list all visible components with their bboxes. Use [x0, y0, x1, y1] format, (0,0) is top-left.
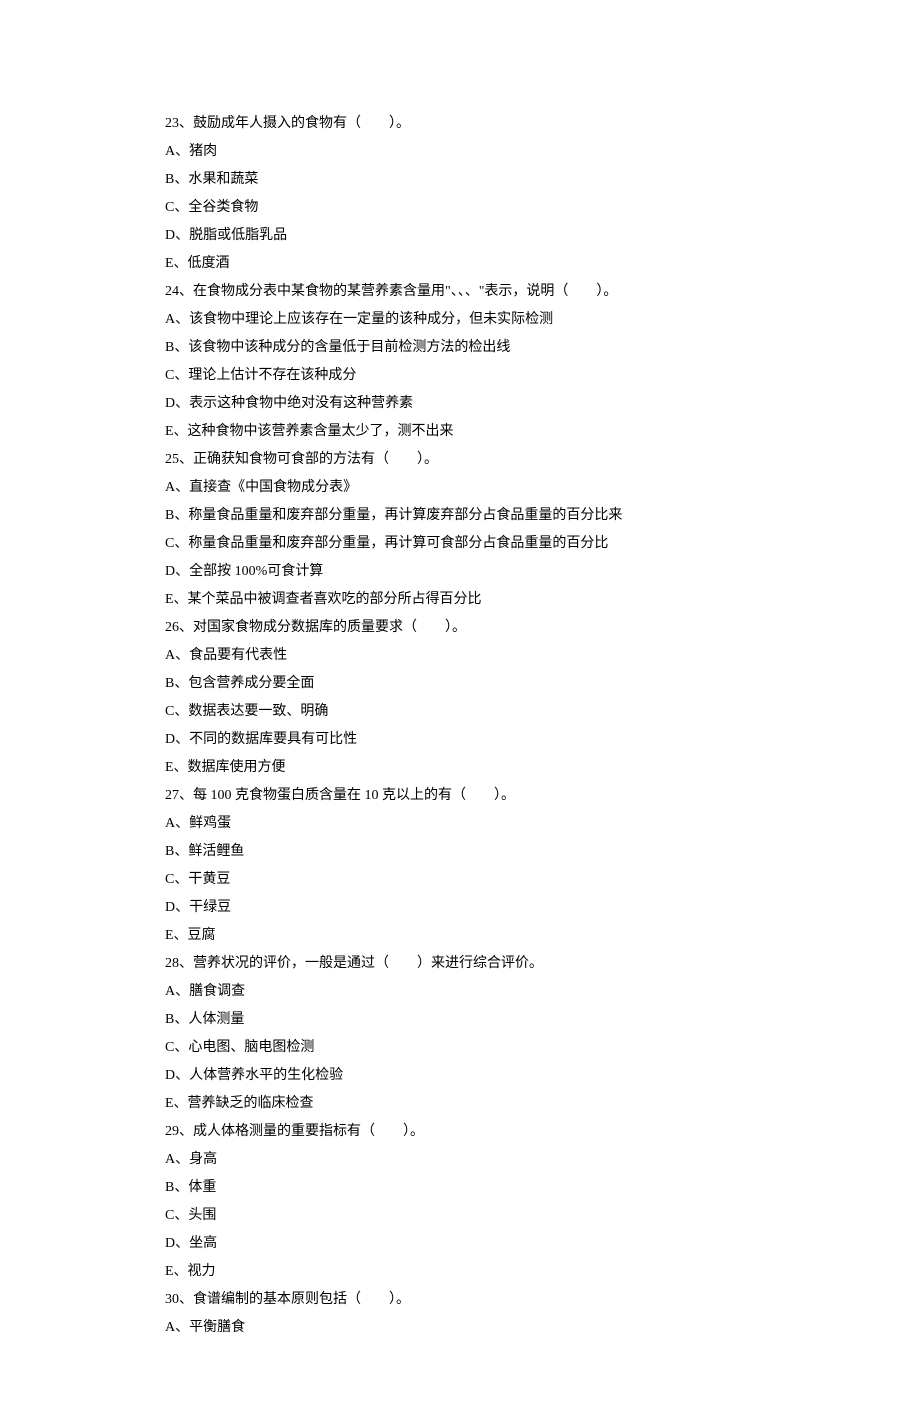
option-a: A、身高 [165, 1146, 770, 1174]
option-e: E、这种食物中该营养素含量太少了，测不出来 [165, 418, 770, 446]
question-block-28: 28、营养状况的评价，一般是通过（ ）来进行综合评价。 A、膳食调查 B、人体测… [165, 950, 770, 1118]
question-block-25: 25、正确获知食物可食部的方法有（ ）。 A、直接查《中国食物成分表》 B、称量… [165, 446, 770, 614]
option-d: D、表示这种食物中绝对没有这种营养素 [165, 390, 770, 418]
question-block-29: 29、成人体格测量的重要指标有（ ）。 A、身高 B、体重 C、头围 D、坐高 … [165, 1118, 770, 1286]
option-a: A、鲜鸡蛋 [165, 810, 770, 838]
question-text: 24、在食物成分表中某食物的某营养素含量用"、、、"表示，说明（ ）。 [165, 278, 770, 306]
option-c: C、称量食品重量和废弃部分重量，再计算可食部分占食品重量的百分比 [165, 530, 770, 558]
option-b: B、水果和蔬菜 [165, 166, 770, 194]
option-b: B、称量食品重量和废弃部分重量，再计算废弃部分占食品重量的百分比来 [165, 502, 770, 530]
option-e: E、豆腐 [165, 922, 770, 950]
option-e: E、数据库使用方便 [165, 754, 770, 782]
option-a: A、平衡膳食 [165, 1314, 770, 1342]
option-c: C、全谷类食物 [165, 194, 770, 222]
option-d: D、不同的数据库要具有可比性 [165, 726, 770, 754]
document-page: 23、鼓励成年人摄入的食物有（ ）。 A、猪肉 B、水果和蔬菜 C、全谷类食物 … [0, 0, 920, 1402]
option-a: A、膳食调查 [165, 978, 770, 1006]
option-c: C、干黄豆 [165, 866, 770, 894]
question-text: 26、对国家食物成分数据库的质量要求（ ）。 [165, 614, 770, 642]
option-b: B、鲜活鲤鱼 [165, 838, 770, 866]
option-a: A、食品要有代表性 [165, 642, 770, 670]
option-e: E、某个菜品中被调查者喜欢吃的部分所占得百分比 [165, 586, 770, 614]
question-text: 25、正确获知食物可食部的方法有（ ）。 [165, 446, 770, 474]
option-a: A、直接查《中国食物成分表》 [165, 474, 770, 502]
question-block-26: 26、对国家食物成分数据库的质量要求（ ）。 A、食品要有代表性 B、包含营养成… [165, 614, 770, 782]
question-text: 28、营养状况的评价，一般是通过（ ）来进行综合评价。 [165, 950, 770, 978]
option-e: E、视力 [165, 1258, 770, 1286]
option-d: D、干绿豆 [165, 894, 770, 922]
option-a: A、猪肉 [165, 138, 770, 166]
question-text: 23、鼓励成年人摄入的食物有（ ）。 [165, 110, 770, 138]
question-text: 30、食谱编制的基本原则包括（ ）。 [165, 1286, 770, 1314]
question-block-30: 30、食谱编制的基本原则包括（ ）。 A、平衡膳食 [165, 1286, 770, 1342]
option-c: C、理论上估计不存在该种成分 [165, 362, 770, 390]
option-b: B、人体测量 [165, 1006, 770, 1034]
option-d: D、全部按 100%可食计算 [165, 558, 770, 586]
option-a: A、该食物中理论上应该存在一定量的该种成分，但未实际检测 [165, 306, 770, 334]
option-d: D、人体营养水平的生化检验 [165, 1062, 770, 1090]
option-d: D、坐高 [165, 1230, 770, 1258]
question-text: 29、成人体格测量的重要指标有（ ）。 [165, 1118, 770, 1146]
question-block-27: 27、每 100 克食物蛋白质含量在 10 克以上的有（ ）。 A、鲜鸡蛋 B、… [165, 782, 770, 950]
question-block-23: 23、鼓励成年人摄入的食物有（ ）。 A、猪肉 B、水果和蔬菜 C、全谷类食物 … [165, 110, 770, 278]
option-c: C、头围 [165, 1202, 770, 1230]
option-e: E、低度酒 [165, 250, 770, 278]
option-e: E、营养缺乏的临床检查 [165, 1090, 770, 1118]
option-b: B、体重 [165, 1174, 770, 1202]
option-b: B、该食物中该种成分的含量低于目前检测方法的检出线 [165, 334, 770, 362]
option-d: D、脱脂或低脂乳品 [165, 222, 770, 250]
option-c: C、心电图、脑电图检测 [165, 1034, 770, 1062]
option-c: C、数据表达要一致、明确 [165, 698, 770, 726]
option-b: B、包含营养成分要全面 [165, 670, 770, 698]
question-block-24: 24、在食物成分表中某食物的某营养素含量用"、、、"表示，说明（ ）。 A、该食… [165, 278, 770, 446]
question-text: 27、每 100 克食物蛋白质含量在 10 克以上的有（ ）。 [165, 782, 770, 810]
